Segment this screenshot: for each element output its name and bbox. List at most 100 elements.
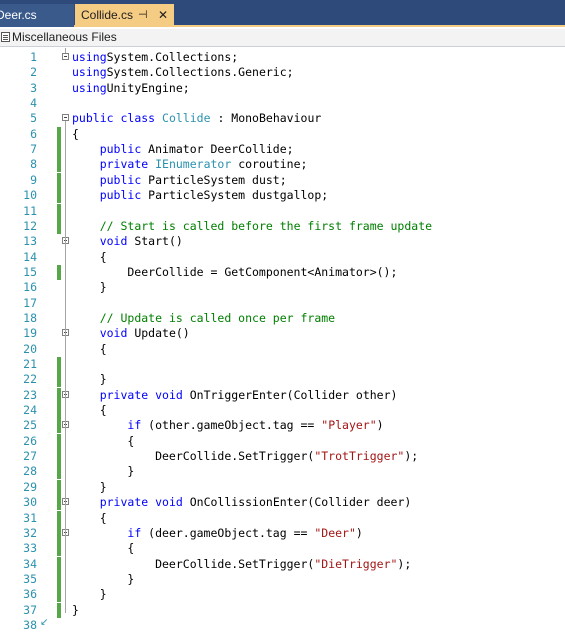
code-line[interactable]: 19 void Update() <box>0 326 565 341</box>
code-text: { <box>72 541 134 556</box>
code-line[interactable]: 21 <box>0 357 565 372</box>
code-line[interactable]: 34 DeerCollide.SetTrigger("DieTrigger"); <box>0 556 565 572</box>
code-token: void <box>99 326 128 341</box>
code-line[interactable]: 20 { <box>0 342 565 357</box>
code-line[interactable]: 15 DeerCollide = GetComponent<Animator>(… <box>0 264 565 280</box>
line-number: 19 <box>23 326 37 341</box>
line-number: 24 <box>23 403 37 418</box>
code-line[interactable]: 23 private void OnTriggerEnter(Collider … <box>0 387 565 403</box>
code-line[interactable]: 33 { <box>0 541 565 557</box>
code-token: : MonoBehaviour <box>210 111 322 126</box>
close-icon[interactable]: ✕ <box>158 4 168 27</box>
code-line[interactable]: 4 <box>0 96 565 111</box>
code-text: void Update() <box>72 326 190 341</box>
change-indicator <box>57 464 61 480</box>
code-text: { <box>72 127 79 142</box>
code-token: ParticleSystem dustgallop; <box>141 188 329 203</box>
code-line[interactable]: 7 public Animator DeerCollide; <box>0 142 565 158</box>
code-token: { <box>72 341 107 356</box>
code-line[interactable]: 2 usingSystem.Collections.Generic; <box>0 65 565 80</box>
code-line[interactable]: 9 public ParticleSystem dust; <box>0 172 565 188</box>
tab-collide-cs[interactable]: Collide.cs ⊣ ✕ <box>75 4 174 27</box>
code-line[interactable]: 3 usingUnityEngine; <box>0 81 565 96</box>
code-line[interactable]: 37} <box>0 602 565 618</box>
line-number: 10 <box>23 188 37 203</box>
code-line[interactable]: 28 } <box>0 464 565 480</box>
code-token: // Start is called before the first fram… <box>99 218 433 233</box>
line-number: 29 <box>23 479 37 494</box>
code-token: public <box>72 111 114 126</box>
code-token: public <box>99 172 142 187</box>
code-line[interactable]: 14 { <box>0 250 565 265</box>
code-line[interactable]: 27 DeerCollide.SetTrigger("TrotTrigger")… <box>0 449 565 465</box>
code-line[interactable]: 12 // Start is called before the first f… <box>0 218 565 234</box>
change-indicator <box>57 479 61 495</box>
file-icon <box>1 32 10 42</box>
code-line[interactable]: 26 { <box>0 433 565 449</box>
code-text: void Start() <box>72 234 183 249</box>
line-number: 9 <box>30 172 37 187</box>
code-line[interactable]: 8 private IEnumerator coroutine; <box>0 157 565 173</box>
code-line[interactable]: 6{ <box>0 126 565 142</box>
code-token: public <box>99 142 142 157</box>
code-token: } <box>72 587 107 602</box>
code-line[interactable]: 11 <box>0 203 565 219</box>
code-line[interactable]: 31 { <box>0 510 565 526</box>
code-line[interactable]: 13 void Start() <box>0 234 565 249</box>
code-text: } <box>72 464 134 479</box>
code-line[interactable]: 22 } <box>0 372 565 388</box>
line-number: 6 <box>30 126 37 141</box>
pin-icon[interactable]: ⊣ <box>138 4 148 27</box>
code-line[interactable]: 10 public ParticleSystem dustgallop; <box>0 188 565 204</box>
code-line[interactable]: 18 // Update is called once per frame <box>0 311 565 326</box>
code-text: usingUnityEngine; <box>72 81 190 96</box>
code-line[interactable]: 30 private void OnCollissionEnter(Collid… <box>0 495 565 511</box>
change-indicator <box>57 433 61 449</box>
code-text: private void OnCollissionEnter(Collider … <box>72 495 412 510</box>
code-line[interactable]: 1 usingSystem.Collections; <box>0 50 565 65</box>
code-token: { <box>72 126 79 141</box>
code-line[interactable]: 17 <box>0 296 565 311</box>
code-text: } <box>72 587 107 602</box>
code-line[interactable]: 5 public class Collide : MonoBehaviour <box>0 111 565 126</box>
code-text: } <box>72 372 107 387</box>
line-number: 8 <box>30 157 37 172</box>
line-number: 32 <box>23 525 37 540</box>
line-number: 16 <box>23 280 37 295</box>
code-text: { <box>72 434 134 449</box>
code-line[interactable]: 24 { <box>0 403 565 419</box>
code-token: private <box>99 495 149 510</box>
collapse-icon[interactable] <box>62 53 69 60</box>
tab-deer-cs[interactable]: Deer.cs <box>0 4 74 27</box>
code-text: private void OnTriggerEnter(Collider oth… <box>72 387 398 403</box>
code-token: ) <box>355 525 363 540</box>
code-token: ParticleSystem dust; <box>141 172 287 187</box>
code-line[interactable]: 29 } <box>0 479 565 495</box>
change-indicator <box>57 525 61 541</box>
code-line[interactable]: 25 if (other.gameObject.tag == "Player") <box>0 418 565 434</box>
code-line[interactable]: 32 if (deer.gameObject.tag == "Deer") <box>0 525 565 541</box>
line-number: 17 <box>23 295 37 310</box>
code-text: public Animator DeerCollide; <box>72 142 294 157</box>
tab-deer-cs-label: Deer.cs <box>0 8 37 22</box>
code-line[interactable]: 38 <box>0 618 565 633</box>
code-token: OnTriggerEnter(Collider other) <box>182 387 398 402</box>
collapse-icon[interactable] <box>62 114 69 122</box>
line-number: 15 <box>23 264 37 279</box>
change-indicator <box>57 418 61 434</box>
code-token: coroutine; <box>231 157 308 172</box>
code-line[interactable]: 16 } <box>0 280 565 295</box>
code-token: } <box>72 571 135 586</box>
code-token: DeerCollide.SetTrigger( <box>72 556 315 571</box>
code-line[interactable]: 35 } <box>0 571 565 587</box>
code-line[interactable]: 36 } <box>0 587 565 603</box>
project-dropdown[interactable]: Miscellaneous Files <box>12 30 117 44</box>
code-editor[interactable]: 1 usingSystem.Collections; 2 usingSystem.Co… <box>0 48 565 632</box>
